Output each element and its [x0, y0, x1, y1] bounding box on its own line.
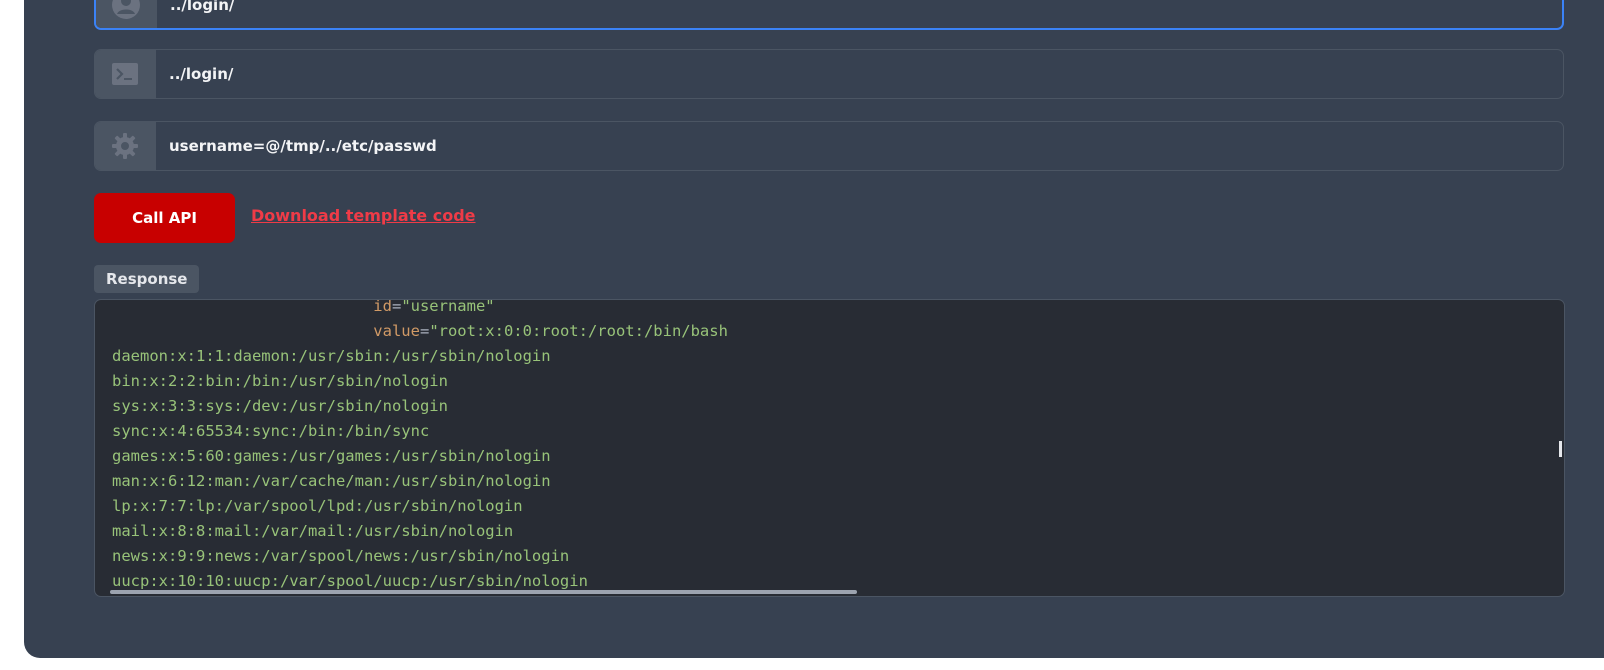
response-output[interactable]: id="username" value="root:x:0:0:root:/ro… — [94, 299, 1565, 597]
code-line: bin:x:2:2:bin:/bin:/usr/sbin/nologin — [112, 372, 448, 390]
url-input-group[interactable] — [94, 0, 1564, 30]
code-line: games:x:5:60:games:/usr/games:/usr/sbin/… — [112, 447, 551, 465]
params-addon — [95, 122, 156, 170]
code-line: value="root:x:0:0:root:/root:/bin/bash — [373, 322, 728, 340]
code-line: news:x:9:9:news:/var/spool/news:/usr/sbi… — [112, 547, 570, 565]
gear-icon — [112, 133, 138, 159]
user-circle-icon — [112, 0, 140, 19]
path-addon — [95, 50, 156, 98]
code-attr-value: "username" — [401, 299, 495, 315]
response-label: Response — [94, 265, 200, 293]
code-line: man:x:6:12:man:/var/cache/man:/usr/sbin/… — [112, 472, 551, 490]
download-template-link[interactable]: Download template code — [251, 206, 476, 225]
code-line: sys:x:3:3:sys:/dev:/usr/sbin/nologin — [112, 397, 448, 415]
url-input[interactable] — [157, 0, 1562, 28]
path-input-group[interactable] — [94, 49, 1564, 99]
code-line: sync:x:4:65534:sync:/bin:/bin/sync — [112, 422, 430, 440]
call-api-button[interactable]: Call API — [94, 193, 235, 243]
code-line: mail:x:8:8:mail:/var/mail:/usr/sbin/nolo… — [112, 522, 514, 540]
params-input-group[interactable] — [94, 121, 1564, 171]
code-attr-value: "root:x:0:0:root:/root:/bin/bash — [429, 322, 728, 340]
terminal-icon — [112, 63, 138, 85]
vertical-scrollbar[interactable] — [1559, 441, 1562, 457]
horizontal-scrollbar[interactable] — [110, 590, 857, 594]
code-line: lp:x:7:7:lp:/var/spool/lpd:/usr/sbin/nol… — [112, 497, 523, 515]
code-attr-name: value — [373, 322, 420, 340]
code-attr-name: id — [373, 299, 392, 315]
response-code: id="username" value="root:x:0:0:root:/ro… — [112, 299, 728, 594]
params-input[interactable] — [156, 122, 1563, 170]
code-line: id="username" — [373, 299, 495, 315]
code-line: daemon:x:1:1:daemon:/usr/sbin:/usr/sbin/… — [112, 347, 551, 365]
url-addon — [96, 0, 157, 28]
path-input[interactable] — [156, 50, 1563, 98]
